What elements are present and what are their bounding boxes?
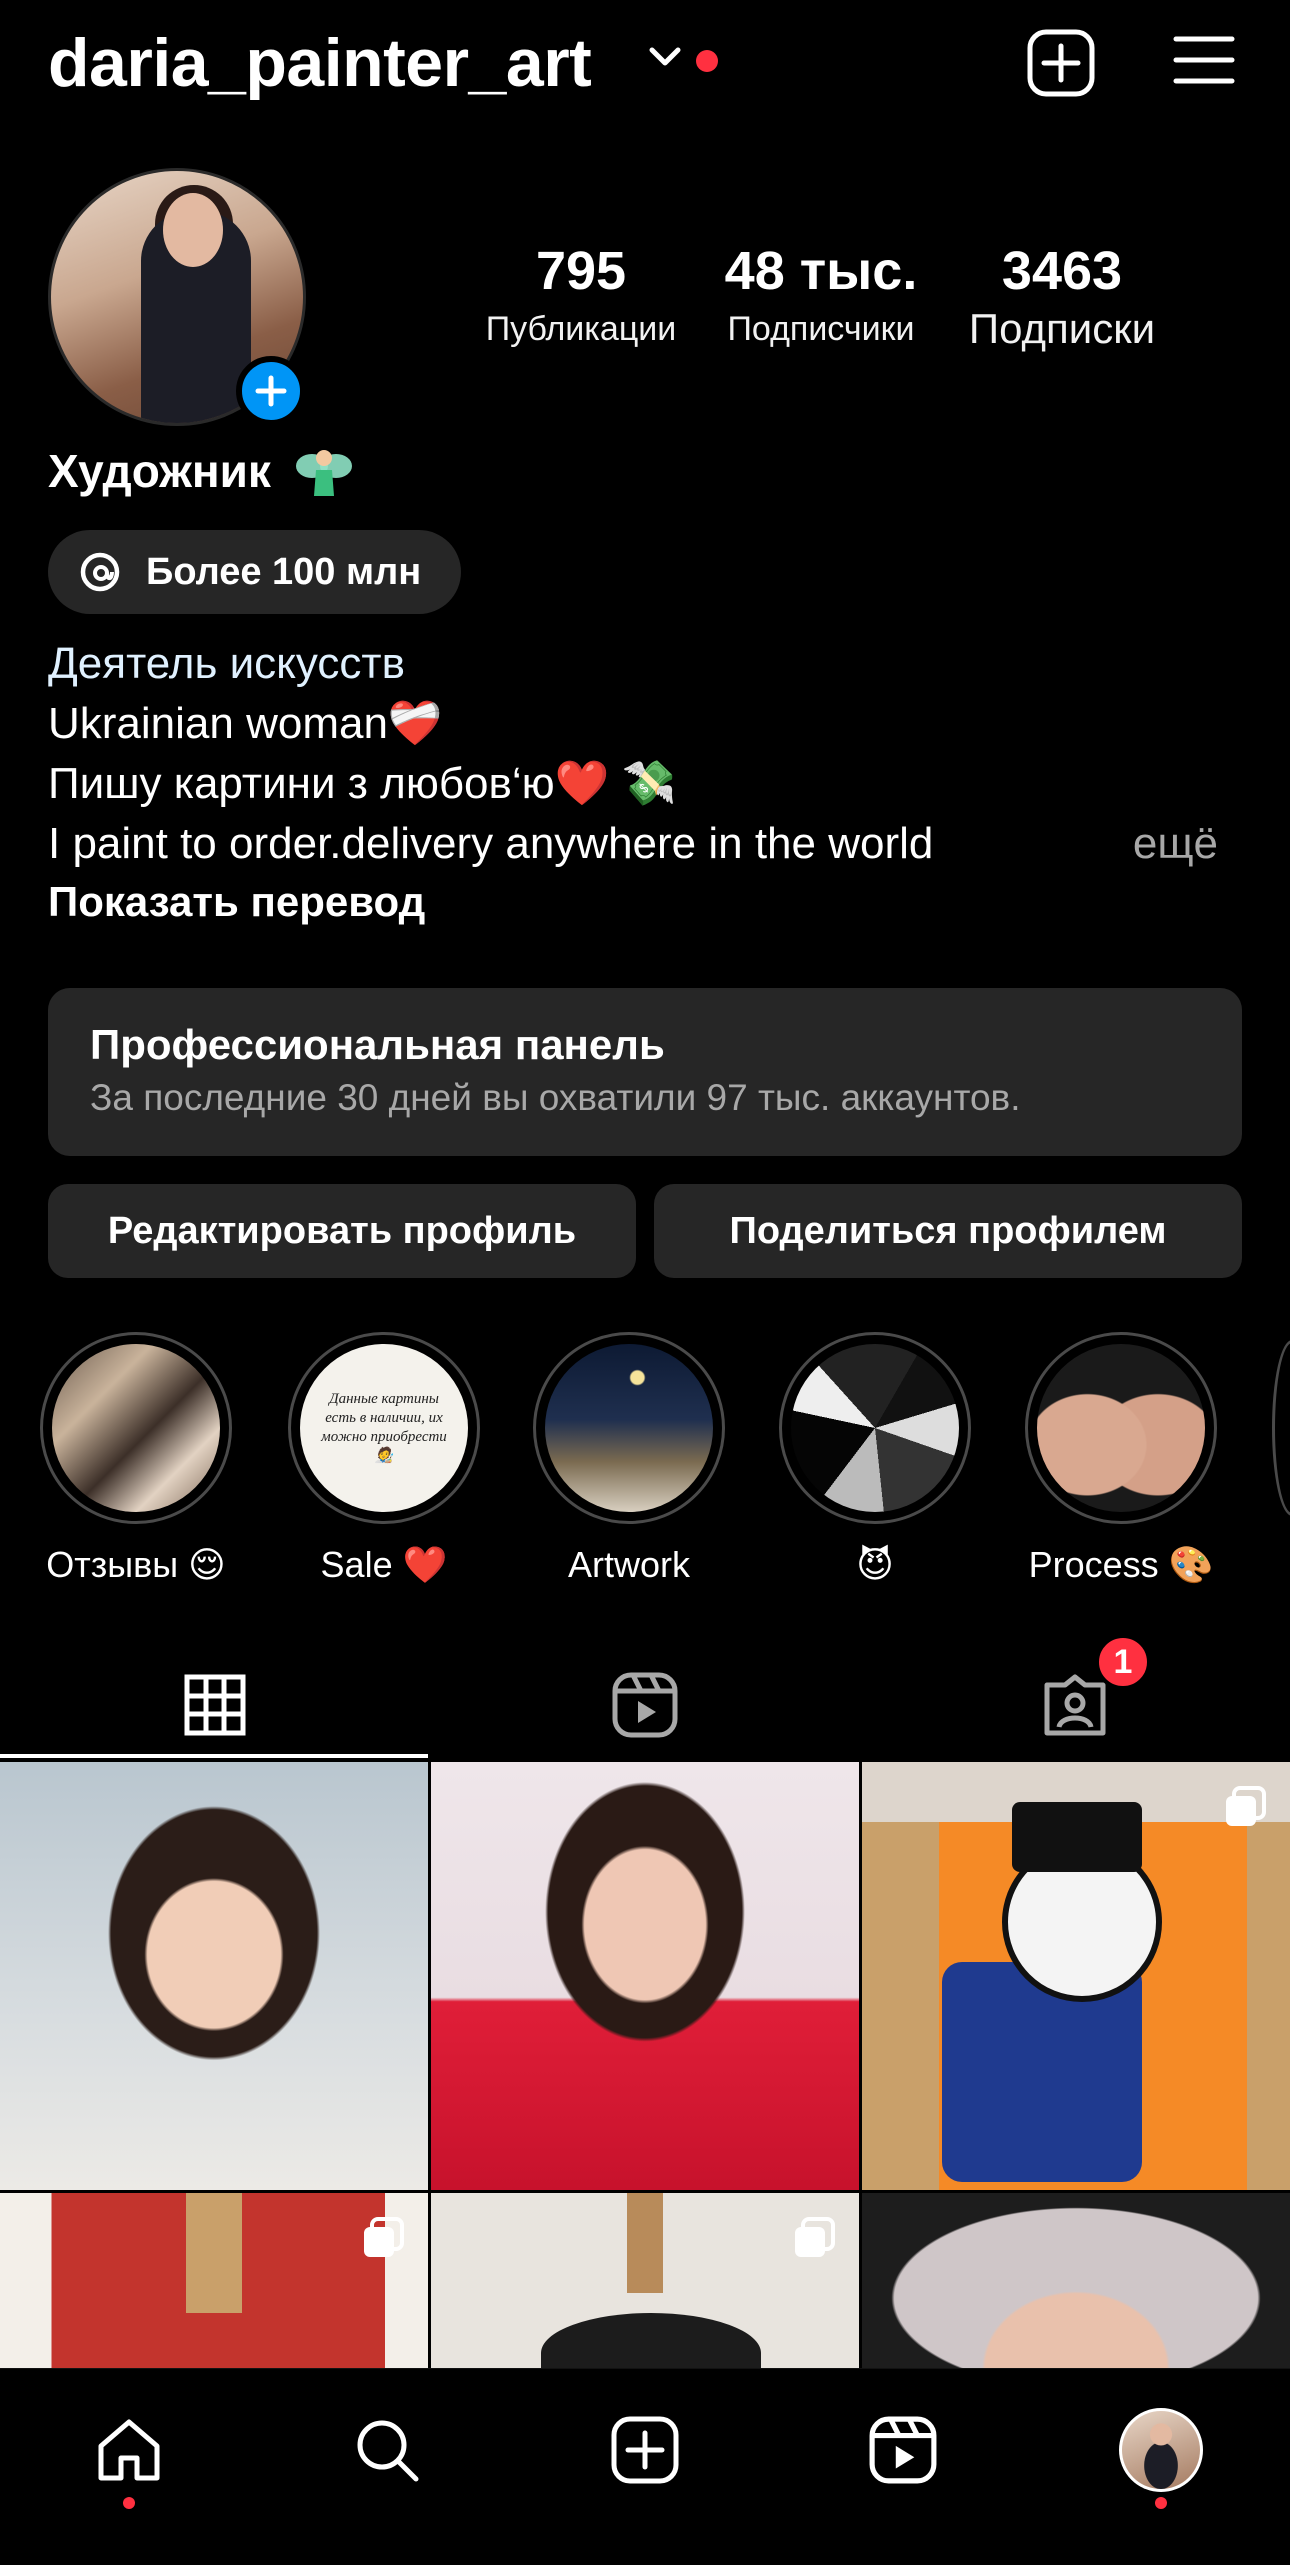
highlight-item[interactable]: Отзывы 😌 <box>38 1332 234 1586</box>
multiple-posts-icon <box>1226 1786 1266 1826</box>
stat-value: 48 тыс. <box>724 241 918 301</box>
pro-panel-title: Профессиональная панель <box>90 1021 665 1068</box>
display-name-text: Художник <box>48 445 271 497</box>
bottom-navigation <box>0 2368 1290 2565</box>
account-switcher-username[interactable]: daria_painter_art <box>48 24 592 102</box>
highlight-cover <box>791 1344 959 1512</box>
nav-reels[interactable] <box>858 2405 948 2495</box>
highlight-label: Artwork <box>567 1544 690 1585</box>
multiple-posts-icon <box>795 2217 835 2257</box>
highlight-cover: Данные картины есть в наличии, их можно … <box>300 1344 468 1512</box>
highlight-item[interactable]: Artwork <box>531 1332 727 1586</box>
create-icon <box>611 2416 679 2484</box>
grid-post[interactable] <box>862 2193 1290 2368</box>
stat-value: 3463 <box>1001 241 1123 301</box>
bio-line: Ukrainian woman❤️‍🩹 <box>48 699 443 748</box>
nav-home-activity-dot <box>123 2497 135 2509</box>
highlight-item[interactable]: Process 🎨 <box>1023 1332 1219 1586</box>
create-post-icon[interactable] <box>1026 28 1096 98</box>
stat-following[interactable]: 3463 Подписки <box>946 236 1178 352</box>
plus-icon <box>255 375 287 407</box>
professional-dashboard[interactable]: Профессиональная панель За последние 30 … <box>48 988 1242 1156</box>
profile-avatar-small <box>1119 2408 1203 2492</box>
tab-reels[interactable] <box>430 1650 860 1760</box>
highlight-label: Process 🎨 <box>1028 1544 1214 1585</box>
active-tab-indicator <box>0 1754 428 1758</box>
multiple-posts-icon <box>364 2217 404 2257</box>
grid-post[interactable] <box>0 2193 428 2368</box>
chevron-down-icon[interactable] <box>648 46 682 68</box>
bio-line: I paint to order.delivery anywhere in th… <box>48 819 934 868</box>
bio-more-link[interactable]: ещё <box>1133 814 1218 874</box>
stat-posts[interactable]: 795 Публикации <box>470 236 692 352</box>
show-translation-link[interactable]: Показать перевод <box>48 878 425 926</box>
threads-badge[interactable]: Более 100 млн <box>48 530 462 614</box>
stat-label: Подписчики <box>727 310 915 348</box>
highlight-label: 😈 <box>856 1544 894 1585</box>
highlight-cover-text: Данные картины есть в наличии, их можно … <box>321 1391 447 1464</box>
bio-category: Деятель искусств <box>48 639 405 688</box>
highlight-cover <box>1037 1344 1205 1512</box>
add-story-button[interactable] <box>236 356 306 426</box>
nav-create[interactable] <box>600 2405 690 2495</box>
menu-icon[interactable] <box>1172 34 1236 86</box>
edit-profile-button[interactable]: Редактировать профиль <box>48 1184 636 1278</box>
reels-icon <box>869 2416 937 2484</box>
bio: Деятель искусств Ukrainian woman❤️‍🩹 Пиш… <box>48 634 1248 874</box>
tab-grid[interactable] <box>0 1650 430 1760</box>
reels-icon <box>612 1672 678 1738</box>
tagged-count-badge: 1 <box>1095 1634 1151 1690</box>
bio-line: Пишу картини з любов‘ю❤️ 💸 <box>48 759 677 808</box>
grid-post[interactable] <box>0 1762 428 2190</box>
grid-icon <box>184 1674 246 1736</box>
nav-home[interactable] <box>84 2405 174 2495</box>
search-icon <box>357 2420 419 2482</box>
top-bar: daria_painter_art <box>0 0 1290 130</box>
highlight-item[interactable]: Данные картины есть в наличии, их можно … <box>286 1332 482 1586</box>
stat-label: Подписки <box>968 305 1156 352</box>
display-name: Художник <box>48 444 354 504</box>
highlight-item[interactable]: 😈 <box>777 1332 973 1586</box>
nav-profile[interactable] <box>1116 2405 1206 2495</box>
grid-post[interactable] <box>431 1762 859 2190</box>
stat-label: Публикации <box>485 310 677 348</box>
grid-post[interactable] <box>862 1762 1290 2190</box>
nav-profile-activity-dot <box>1155 2497 1167 2509</box>
stat-followers[interactable]: 48 тыс. Подписчики <box>710 236 932 352</box>
notification-dot <box>696 50 718 72</box>
tab-tagged[interactable] <box>860 1650 1290 1760</box>
tagged-icon <box>1044 1674 1106 1736</box>
threads-icon <box>80 552 120 592</box>
pro-panel-subtitle: За последние 30 дней вы охватили 97 тыс.… <box>90 1077 1021 1118</box>
highlight-cover <box>52 1344 220 1512</box>
fairy-emoji-icon <box>295 449 352 496</box>
share-profile-button[interactable]: Поделиться профилем <box>654 1184 1242 1278</box>
highlight-label: Отзывы 😌 <box>46 1544 226 1585</box>
grid-post[interactable] <box>431 2193 859 2368</box>
highlight-cover <box>545 1344 713 1512</box>
highlight-item-partial[interactable] <box>1272 1340 1290 1516</box>
nav-search[interactable] <box>342 2405 432 2495</box>
threads-badge-label: Более 100 млн <box>146 550 422 593</box>
highlight-label: Sale ❤️ <box>320 1544 448 1585</box>
home-icon <box>98 2419 160 2481</box>
stat-value: 795 <box>535 241 627 301</box>
